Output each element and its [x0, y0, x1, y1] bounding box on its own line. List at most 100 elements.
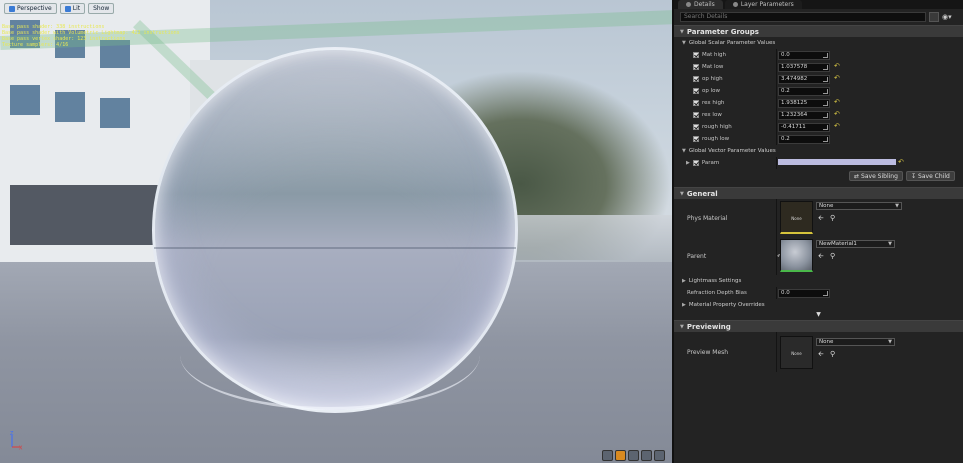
chevron-right-icon: ▶	[682, 302, 686, 308]
param-value-input[interactable]: 0.0	[778, 50, 830, 60]
material-property-overrides-group[interactable]: ▶ Material Property Overrides	[674, 299, 963, 311]
search-details-input[interactable]: Search Details	[680, 12, 926, 22]
stat-line: Texture samplers: 4/16	[2, 42, 69, 48]
reset-to-default-icon[interactable]: ↶	[834, 74, 840, 82]
panel-tabs: Details Layer Parameters	[674, 0, 963, 9]
parent-dropdown[interactable]: NewMaterial1 ▼	[816, 240, 895, 248]
preview-mesh-dropdown[interactable]: None ▼	[816, 338, 895, 346]
use-selected-arrow-icon[interactable]: 🡨	[818, 252, 824, 263]
param-value-input[interactable]: 1.232364	[778, 110, 830, 120]
param-name: op high	[702, 76, 723, 82]
param-value-input[interactable]: 0.2	[778, 134, 830, 144]
param-enable-checkbox[interactable]	[693, 88, 699, 94]
lit-button[interactable]: Lit	[59, 3, 86, 14]
scalar-parameter-row: rough high -0.41711 ↶	[674, 121, 963, 133]
param-name: Mat high	[702, 52, 727, 58]
perspective-icon	[9, 5, 15, 12]
chevron-down-icon: ▼	[680, 190, 684, 197]
scalar-parameter-row: op high 3.474982 ↶	[674, 73, 963, 85]
browse-search-icon[interactable]: ⚲	[830, 252, 835, 260]
param-enable-checkbox[interactable]	[693, 52, 699, 58]
show-button[interactable]: Show	[88, 3, 115, 14]
parent-material-thumbnail[interactable]	[780, 239, 813, 272]
reset-to-default-icon[interactable]: ↶	[834, 62, 840, 70]
axis-z-label: Z	[10, 431, 14, 437]
property-matrix-icon[interactable]	[929, 12, 939, 22]
param-value-input[interactable]: 3.474982	[778, 74, 830, 84]
vector-parameter-row: ▶ Param ↶	[674, 157, 963, 169]
reset-to-default-icon[interactable]: ↶	[834, 98, 840, 106]
param-enable-checkbox[interactable]	[693, 136, 699, 142]
category-previewing[interactable]: ▼ Previewing	[674, 320, 963, 332]
dropdown-arrow-icon: ▼	[888, 241, 892, 247]
lightmass-settings-group[interactable]: ▶ Lightmass Settings	[674, 275, 963, 287]
param-enable-checkbox[interactable]	[692, 160, 699, 166]
param-name: Mat low	[702, 64, 724, 70]
material-preview-viewport[interactable]: Perspective Lit Show Base pass shader: 3…	[0, 0, 672, 463]
cube-icon[interactable]	[641, 450, 652, 461]
save-child-icon: ↧	[911, 172, 917, 180]
chevron-down-icon: ▼	[680, 323, 684, 330]
param-value-input[interactable]: 1.938125	[778, 98, 830, 108]
param-enable-checkbox[interactable]	[693, 76, 699, 82]
search-row: Search Details ◉▾	[674, 9, 963, 25]
scalar-parameter-list: Mat high 0.0 Mat low 1.037578 ↶ op high 3.4749…	[674, 49, 963, 145]
scalar-parameter-row: Mat low 1.037578 ↶	[674, 61, 963, 73]
sphere-preview-icon[interactable]	[615, 450, 626, 461]
details-panel: Details Layer Parameters Search Details …	[672, 0, 963, 463]
parent-row: Parent NewMaterial1▼ ↶ 🡨 ⚲ ↶	[674, 237, 963, 275]
phys-material-thumbnail[interactable]: None	[780, 201, 813, 234]
perspective-button[interactable]: Perspective	[4, 3, 57, 14]
grid-icon[interactable]	[602, 450, 613, 461]
save-buttons-row: ⇄ Save Sibling ↧ Save Child	[674, 169, 963, 183]
browse-search-icon[interactable]: ⚲	[830, 350, 835, 358]
shader-stats: Base pass shader: 338 instructions Base …	[2, 24, 180, 48]
axis-x-label: X	[19, 446, 23, 451]
refraction-depth-bias-input[interactable]: 0.0	[778, 288, 830, 298]
scalar-parameter-row: rex low 1.232364 ↶	[674, 109, 963, 121]
param-value-input[interactable]: 0.2	[778, 86, 830, 96]
cylinder-icon[interactable]	[654, 450, 665, 461]
phys-material-dropdown[interactable]: None ▼	[816, 202, 902, 210]
preview-mesh-thumbnail[interactable]: None	[780, 336, 813, 369]
chevron-down-icon: ▼	[682, 148, 686, 154]
scalar-parameter-row: Mat high 0.0	[674, 49, 963, 61]
param-enable-checkbox[interactable]	[693, 100, 699, 106]
param-name: rough high	[702, 124, 732, 130]
reset-to-default-icon[interactable]: ↶	[834, 110, 840, 118]
param-value-input[interactable]: 1.037578	[778, 62, 830, 72]
save-child-button[interactable]: ↧ Save Child	[906, 171, 955, 181]
group-global-scalar[interactable]: ▼ Global Scalar Parameter Values	[674, 37, 963, 49]
use-selected-arrow-icon[interactable]: 🡨	[818, 350, 824, 361]
expand-advanced-icon[interactable]: ▼	[674, 311, 963, 320]
eye-icon[interactable]: ◉▾	[942, 13, 952, 21]
param-enable-checkbox[interactable]	[693, 112, 699, 118]
reset-to-default-icon[interactable]: ↶	[834, 122, 840, 130]
plane-icon[interactable]	[628, 450, 639, 461]
dropdown-arrow-icon: ▼	[888, 339, 892, 345]
param-enable-checkbox[interactable]	[693, 124, 699, 130]
lit-icon	[64, 5, 71, 12]
use-selected-arrow-icon[interactable]: 🡨	[818, 214, 824, 225]
param-value-input[interactable]: -0.41711	[778, 122, 830, 132]
dropdown-arrow-icon: ▼	[895, 203, 899, 209]
param-enable-checkbox[interactable]	[693, 64, 699, 70]
save-sibling-icon: ⇄	[854, 172, 860, 180]
scalar-parameter-row: rough low 0.2	[674, 133, 963, 145]
category-parameter-groups[interactable]: ▼ Parameter Groups	[674, 25, 963, 37]
browse-search-icon[interactable]: ⚲	[830, 214, 835, 222]
preview-mesh-row: Preview Mesh None None ▼ 🡨 ⚲	[674, 332, 963, 372]
scalar-parameter-row: op low 0.2	[674, 85, 963, 97]
param-name: rough low	[702, 136, 730, 142]
tab-layer-parameters[interactable]: Layer Parameters	[724, 0, 802, 9]
group-global-vector[interactable]: ▼ Global Vector Parameter Values	[674, 145, 963, 157]
tab-details[interactable]: Details	[678, 0, 723, 9]
chevron-right-icon[interactable]: ▶	[686, 160, 690, 166]
color-swatch[interactable]	[778, 159, 896, 165]
save-sibling-button[interactable]: ⇄ Save Sibling	[849, 171, 903, 181]
layer-icon	[732, 2, 738, 7]
category-general[interactable]: ▼ General	[674, 187, 963, 199]
param-name: rex high	[702, 100, 725, 106]
reset-to-default-icon[interactable]: ↶	[898, 158, 904, 166]
param-name: op low	[702, 88, 720, 94]
